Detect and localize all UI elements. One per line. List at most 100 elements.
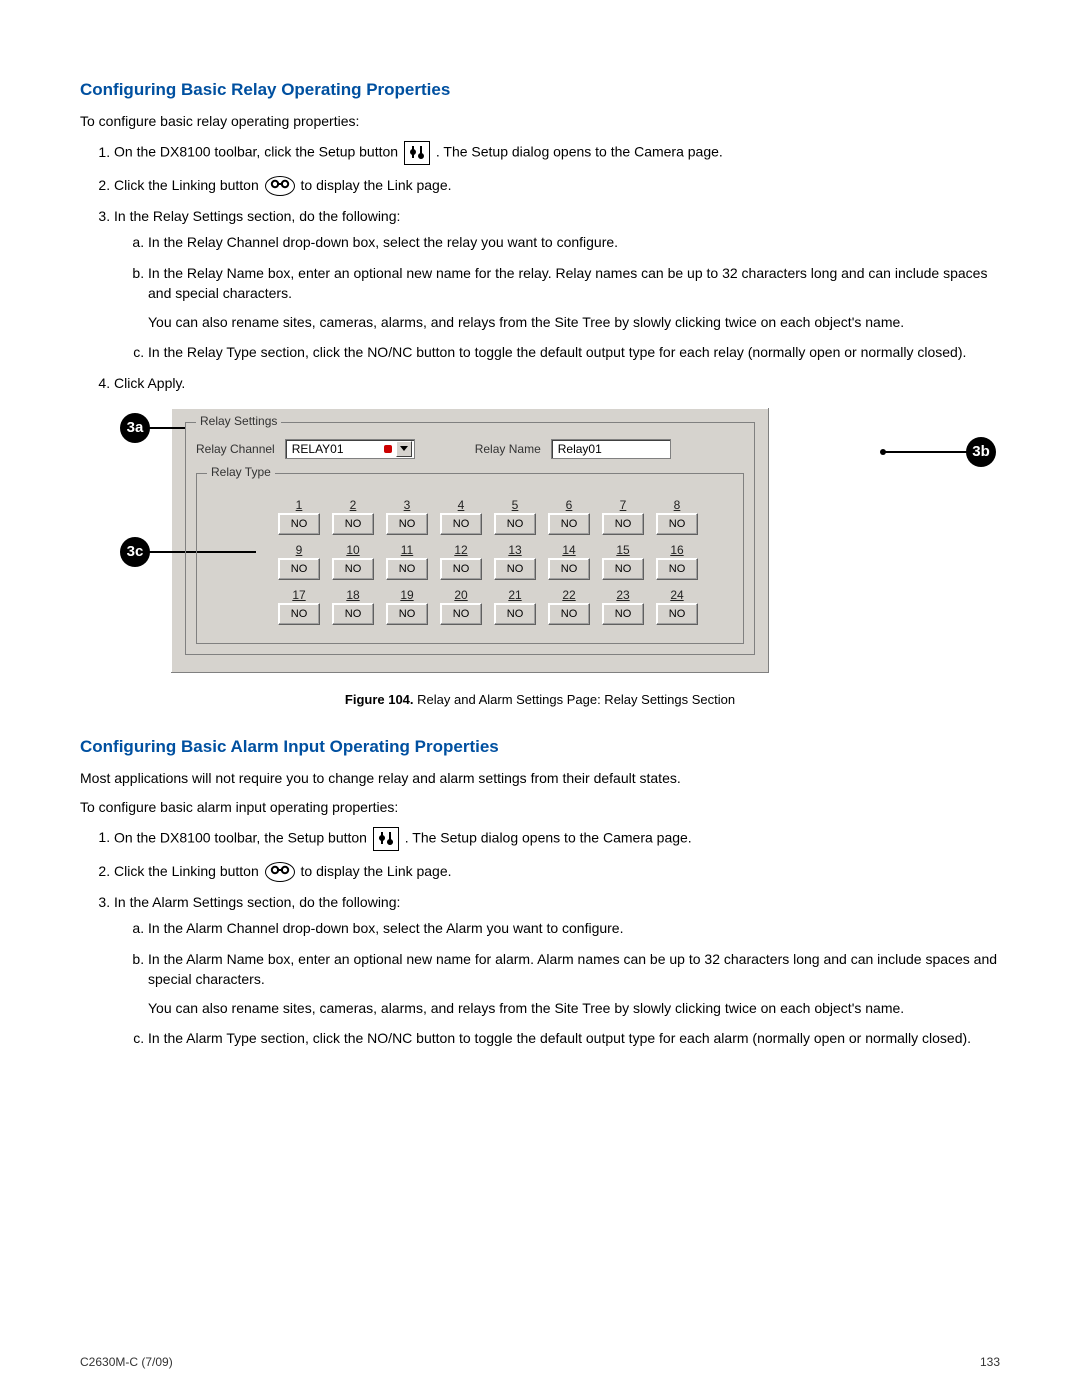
relay-cell-24: 24NO — [653, 588, 701, 625]
relay-toggle-button[interactable]: NO — [278, 558, 320, 580]
alarm-step-2-text-b: to display the Link page. — [301, 863, 452, 879]
callout-3a: 3a — [120, 413, 150, 443]
relay-cell-4: 4NO — [437, 498, 485, 535]
step-3b-text: In the Relay Name box, enter an optional… — [148, 265, 987, 301]
relay-cell-11: 11NO — [383, 543, 431, 580]
relay-toggle-button[interactable]: NO — [386, 603, 428, 625]
relay-number: 3 — [383, 498, 431, 512]
steps-list-alarm: On the DX8100 toolbar, the Setup button … — [80, 827, 1000, 1049]
setup-icon — [404, 141, 430, 165]
figure-relay-settings: 3a 3c 3b Relay Settings Relay Channel RE… — [170, 407, 880, 674]
relay-cell-18: 18NO — [329, 588, 377, 625]
steps-list-relay: On the DX8100 toolbar, click the Setup b… — [80, 141, 1000, 393]
alarm-step-1-text-b: . The Setup dialog opens to the Camera p… — [405, 829, 692, 845]
relay-cell-1: 1NO — [275, 498, 323, 535]
chevron-down-icon[interactable] — [396, 441, 412, 457]
relay-number: 2 — [329, 498, 377, 512]
step-3b: In the Relay Name box, enter an optional… — [148, 263, 1000, 332]
step-3-text: In the Relay Settings section, do the fo… — [114, 208, 400, 224]
relay-cell-19: 19NO — [383, 588, 431, 625]
step-1-text-b: . The Setup dialog opens to the Camera p… — [436, 144, 723, 160]
relay-toggle-button[interactable]: NO — [278, 513, 320, 535]
relay-toggle-button[interactable]: NO — [440, 513, 482, 535]
relay-toggle-button[interactable]: NO — [656, 513, 698, 535]
figure-caption-text: Relay and Alarm Settings Page: Relay Set… — [414, 692, 736, 707]
alarm-intro-1: Most applications will not require you t… — [80, 769, 1000, 788]
figure-caption: Figure 104. Relay and Alarm Settings Pag… — [80, 692, 1000, 707]
relay-number: 21 — [491, 588, 539, 602]
alarm-step-3c: In the Alarm Type section, click the NO/… — [148, 1028, 1000, 1048]
relay-number: 15 — [599, 543, 647, 557]
step-1-text-a: On the DX8100 toolbar, click the Setup b… — [114, 144, 402, 160]
relay-number: 23 — [599, 588, 647, 602]
relay-toggle-button[interactable]: NO — [494, 513, 536, 535]
step-3c: In the Relay Type section, click the NO/… — [148, 342, 1000, 362]
relay-number: 18 — [329, 588, 377, 602]
relay-cell-16: 16NO — [653, 543, 701, 580]
linking-icon — [265, 176, 295, 196]
alarm-step-1-text-a: On the DX8100 toolbar, the Setup button — [114, 829, 371, 845]
relay-name-label: Relay Name — [475, 442, 541, 456]
relay-number: 16 — [653, 543, 701, 557]
relay-toggle-button[interactable]: NO — [602, 603, 644, 625]
groupbox-relay-settings-label: Relay Settings — [196, 414, 281, 428]
relay-cell-22: 22NO — [545, 588, 593, 625]
relay-toggle-button[interactable]: NO — [386, 558, 428, 580]
relay-toggle-button[interactable]: NO — [332, 603, 374, 625]
section-heading-alarm: Configuring Basic Alarm Input Operating … — [80, 737, 1000, 757]
relay-toggle-button[interactable]: NO — [494, 558, 536, 580]
relay-toggle-button[interactable]: NO — [332, 558, 374, 580]
footer-doc-id: C2630M-C (7/09) — [80, 1355, 173, 1369]
alarm-step-2-text-a: Click the Linking button — [114, 863, 263, 879]
relay-toggle-button[interactable]: NO — [548, 603, 590, 625]
callout-3c: 3c — [120, 537, 150, 567]
relay-channel-value: RELAY01 — [292, 442, 344, 456]
relay-cell-3: 3NO — [383, 498, 431, 535]
alarm-step-1: On the DX8100 toolbar, the Setup button … — [114, 827, 1000, 851]
step-3b-note: You can also rename sites, cameras, alar… — [148, 313, 1000, 332]
relay-toggle-button[interactable]: NO — [548, 558, 590, 580]
relay-toggle-button[interactable]: NO — [602, 513, 644, 535]
alarm-step-3b-note: You can also rename sites, cameras, alar… — [148, 999, 1000, 1018]
relay-number: 7 — [599, 498, 647, 512]
relay-cell-10: 10NO — [329, 543, 377, 580]
relay-number: 19 — [383, 588, 431, 602]
relay-number: 13 — [491, 543, 539, 557]
relay-cell-17: 17NO — [275, 588, 323, 625]
relay-toggle-button[interactable]: NO — [386, 513, 428, 535]
alarm-step-3b-text: In the Alarm Name box, enter an optional… — [148, 951, 997, 987]
relay-settings-panel: Relay Settings Relay Channel RELAY01 Rel… — [170, 407, 770, 674]
alarm-step-3a: In the Alarm Channel drop-down box, sele… — [148, 918, 1000, 938]
relay-cell-6: 6NO — [545, 498, 593, 535]
alarm-intro-2: To configure basic alarm input operating… — [80, 798, 1000, 817]
relay-toggle-button[interactable]: NO — [440, 603, 482, 625]
relay-channel-dropdown[interactable]: RELAY01 — [285, 439, 415, 459]
relay-number: 12 — [437, 543, 485, 557]
step-3: In the Relay Settings section, do the fo… — [114, 206, 1000, 362]
relay-number: 11 — [383, 543, 431, 557]
step-4: Click Apply. — [114, 373, 1000, 393]
relay-toggle-button[interactable]: NO — [602, 558, 644, 580]
relay-toggle-button[interactable]: NO — [440, 558, 482, 580]
relay-toggle-button[interactable]: NO — [656, 603, 698, 625]
relay-toggle-button[interactable]: NO — [278, 603, 320, 625]
alarm-step-3b: In the Alarm Name box, enter an optional… — [148, 949, 1000, 1018]
relay-toggle-button[interactable]: NO — [494, 603, 536, 625]
relay-cell-20: 20NO — [437, 588, 485, 625]
step-2-text-a: Click the Linking button — [114, 177, 263, 193]
relay-name-input[interactable]: Relay01 — [551, 439, 671, 459]
relay-cell-8: 8NO — [653, 498, 701, 535]
relay-number: 10 — [329, 543, 377, 557]
relay-cell-14: 14NO — [545, 543, 593, 580]
relay-cell-21: 21NO — [491, 588, 539, 625]
relay-toggle-button[interactable]: NO — [332, 513, 374, 535]
relay-toggle-button[interactable]: NO — [548, 513, 590, 535]
relay-number: 22 — [545, 588, 593, 602]
relay-number: 17 — [275, 588, 323, 602]
relay-number: 5 — [491, 498, 539, 512]
relay-toggle-button[interactable]: NO — [656, 558, 698, 580]
section-heading-relay: Configuring Basic Relay Operating Proper… — [80, 80, 1000, 100]
groupbox-relay-type-label: Relay Type — [207, 465, 275, 479]
step-1: On the DX8100 toolbar, click the Setup b… — [114, 141, 1000, 165]
relay-number: 20 — [437, 588, 485, 602]
